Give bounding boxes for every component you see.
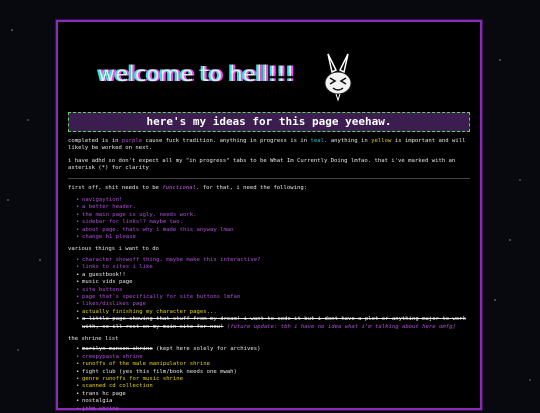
list-item: runoffs of the male manipulator shrine bbox=[76, 361, 470, 369]
list-item: site buttons bbox=[76, 287, 470, 295]
list-item: marilyn manson shrine (kept here solely … bbox=[76, 346, 470, 354]
main-content: completed is in purple cause fuck tradit… bbox=[58, 132, 480, 413]
shrine-list: marilyn manson shrine (kept here solely … bbox=[76, 346, 470, 413]
list-item: links to sites i like bbox=[76, 264, 470, 272]
list-item: likes/dislikes page bbox=[76, 301, 470, 309]
functional-list: navigaytion! a better header. the main p… bbox=[76, 197, 470, 242]
page-title: welcome to hell!!! bbox=[98, 62, 295, 86]
list-item: genre runoffs for music shrine bbox=[76, 376, 470, 384]
shrine-heading: the shrine list bbox=[68, 335, 119, 342]
list-item: character showoff thing. maybe make this… bbox=[76, 257, 470, 265]
teal-keyword: teal bbox=[310, 138, 324, 144]
list-item: fight club (yes this film/book needs one… bbox=[76, 369, 470, 377]
list-item: actually finishing my character pages... bbox=[76, 309, 470, 317]
list-item: sidebar for links!? maybe two. bbox=[76, 219, 470, 227]
first-off-text: first off, shit needs to be functional. … bbox=[68, 184, 308, 191]
list-item: the main page is ugly. needs work. bbox=[76, 212, 470, 220]
various-heading: various things i want to do bbox=[68, 246, 159, 253]
list-item: a little page showing that stuff from my… bbox=[76, 316, 470, 331]
list-item: about page. thats why i made this anyway… bbox=[76, 227, 470, 235]
list-item: a better header. bbox=[76, 204, 470, 212]
list-item: creepypasta shrine bbox=[76, 354, 470, 362]
intro-note: i have adhd so don't expect all my "in p… bbox=[68, 157, 456, 172]
list-item: trans hc page bbox=[76, 391, 470, 399]
list-item: navigaytion! bbox=[76, 197, 470, 205]
list-item: nostalgia bbox=[76, 398, 470, 406]
divider bbox=[68, 177, 470, 179]
list-item: page that's specifically for site button… bbox=[76, 294, 470, 302]
ideas-list: character showoff thing. maybe make this… bbox=[76, 257, 470, 331]
list-item: jthm shrine bbox=[76, 406, 470, 413]
section-banner: here's my ideas for this page yeehaw. bbox=[68, 112, 470, 132]
purple-keyword: purple bbox=[121, 138, 143, 144]
intro-paragraph: completed is in purple cause fuck tradit… bbox=[68, 138, 466, 152]
list-item: music vids page bbox=[76, 279, 470, 287]
list-item: change h1 please bbox=[76, 234, 470, 242]
list-item: scanned cd collection bbox=[76, 383, 470, 391]
page-container: welcome to hell!!! here's my ideas for t… bbox=[56, 20, 482, 413]
bunny-icon bbox=[324, 53, 352, 102]
yellow-keyword: yellow bbox=[371, 138, 392, 144]
list-item: a guestbook!! bbox=[76, 272, 470, 280]
header: welcome to hell!!! bbox=[58, 22, 480, 112]
